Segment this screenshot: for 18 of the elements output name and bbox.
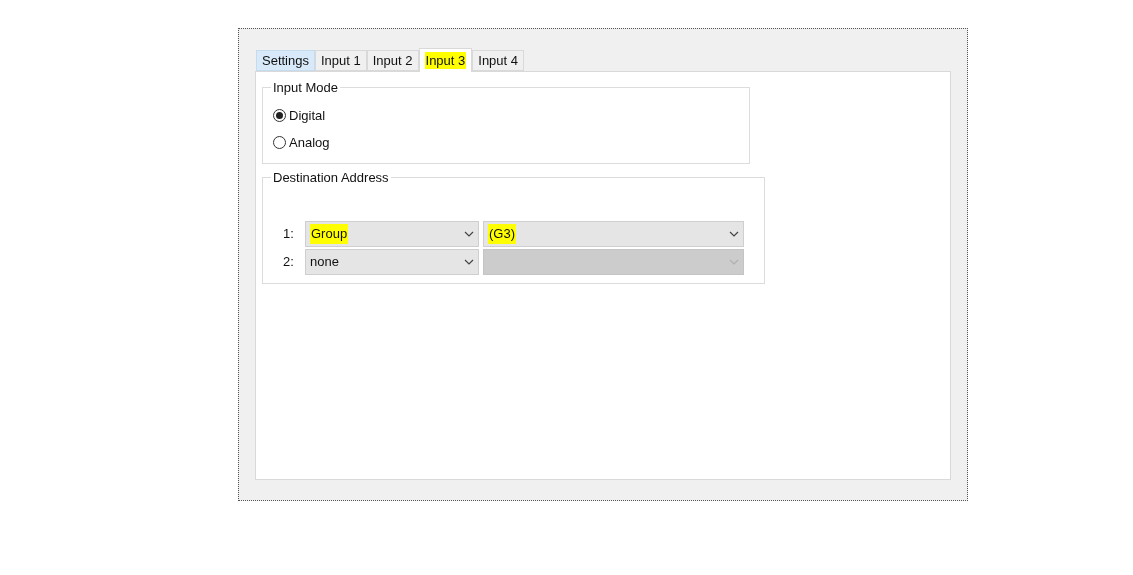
chevron-down-icon	[464, 231, 474, 237]
type-dropdown[interactable]: none	[305, 249, 479, 275]
row-label: 1:	[283, 225, 295, 244]
tab[interactable]: Input 4	[472, 50, 525, 71]
tab[interactable]: Input 2	[366, 50, 419, 71]
row-label: 2:	[283, 253, 295, 272]
chevron-down-icon	[729, 231, 739, 237]
group-title: Input Mode	[272, 79, 340, 97]
chevron-down-icon	[729, 259, 739, 265]
tab[interactable]: Settings	[256, 50, 315, 71]
tab[interactable]: Input 1	[315, 50, 367, 71]
tab[interactable]: Input 3	[418, 48, 473, 72]
target-dropdown[interactable]: (G3)	[483, 221, 744, 247]
chevron-down-icon	[464, 259, 474, 265]
radio-option[interactable]: Analog	[273, 133, 739, 153]
type-dropdown[interactable]: Group	[305, 221, 479, 247]
group-title: Destination Address	[272, 168, 390, 187]
radio-option[interactable]: Digital	[273, 105, 739, 125]
